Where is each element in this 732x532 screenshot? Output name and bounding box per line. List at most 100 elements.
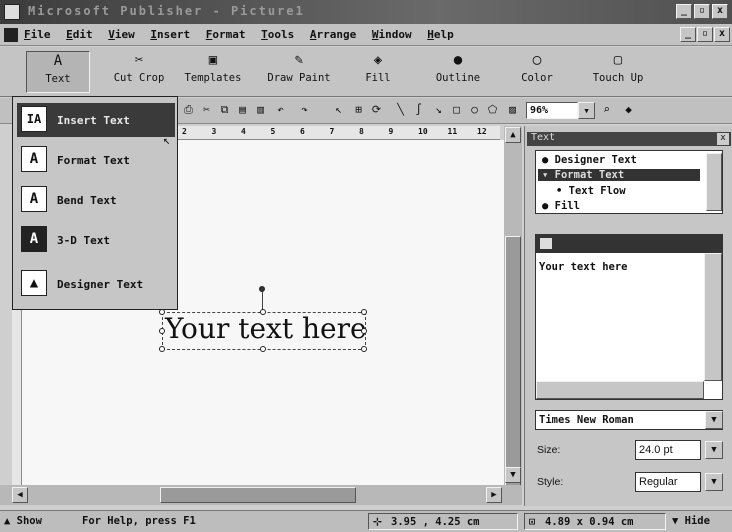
- style-dropdown-icon[interactable]: ▼: [705, 473, 723, 491]
- polygon-icon[interactable]: ⬠: [484, 102, 501, 119]
- templates-tool[interactable]: ▣ Templates: [178, 51, 248, 84]
- line-icon[interactable]: ╲: [392, 102, 409, 119]
- minimize-button[interactable]: _: [676, 4, 692, 19]
- resize-handle[interactable]: [361, 309, 367, 315]
- fill-label: Fill: [365, 72, 391, 84]
- font-select[interactable]: Times New Roman: [535, 410, 723, 430]
- scroll-down-arrow-icon[interactable]: ▼: [505, 467, 521, 483]
- vertical-scrollbar[interactable]: ▲ ▼: [504, 126, 522, 486]
- size-dropdown-icon[interactable]: ▼: [705, 441, 723, 459]
- vertical-scroll-thumb[interactable]: [505, 236, 521, 486]
- ruler-tick-label: 10: [418, 127, 428, 136]
- outline-tool[interactable]: ● Outline: [428, 51, 488, 84]
- style-field[interactable]: Regular: [635, 472, 701, 492]
- tree-item-designer-text[interactable]: ● Designer Text: [542, 154, 637, 166]
- show-button[interactable]: ▲ Show: [4, 515, 42, 527]
- color-tool[interactable]: ◯ Color: [512, 51, 562, 84]
- doc-minimize-button[interactable]: _: [680, 27, 696, 42]
- document-icon[interactable]: [4, 28, 18, 42]
- size-readout: 4.89 x 0.94 cm: [545, 516, 634, 528]
- zoom-tool-icon[interactable]: ⌕: [598, 102, 615, 119]
- menu-window[interactable]: Window: [372, 28, 412, 41]
- scroll-left-arrow-icon[interactable]: ◀: [12, 487, 28, 503]
- menu-tools[interactable]: Tools: [261, 28, 294, 41]
- touch-up-tool[interactable]: ▢ Touch Up: [586, 51, 650, 84]
- templates-label: Templates: [184, 72, 242, 84]
- size-icon: ⊡: [529, 516, 536, 528]
- scroll-up-arrow-icon[interactable]: ▲: [505, 127, 521, 143]
- tree-item-format-text[interactable]: ▾ Format Text: [538, 169, 700, 181]
- menu-edit[interactable]: Edit: [66, 28, 93, 41]
- ruler-tick-label: 11: [447, 127, 458, 136]
- group-icon[interactable]: ⊞: [350, 102, 367, 119]
- flyout-3d-text[interactable]: A 3-D Text: [17, 223, 175, 257]
- horizontal-scroll-thumb[interactable]: [160, 487, 356, 503]
- resize-handle[interactable]: [159, 328, 165, 334]
- resize-handle[interactable]: [361, 328, 367, 334]
- image-icon[interactable]: ▨: [504, 102, 521, 119]
- zoom-dropdown-icon[interactable]: ▾: [578, 102, 595, 119]
- doc-restore-button[interactable]: ▫: [697, 27, 713, 42]
- ruler-tick-label: 3: [211, 127, 217, 136]
- preview-hscroll[interactable]: [536, 381, 704, 399]
- draw-paint-tool[interactable]: ✎ Draw Paint: [260, 51, 338, 84]
- menu-view[interactable]: View: [108, 28, 135, 41]
- resize-handle[interactable]: [159, 346, 165, 352]
- hide-button[interactable]: ▼ Hide: [672, 515, 710, 527]
- resize-handle[interactable]: [361, 346, 367, 352]
- zoom-field[interactable]: 96%: [526, 102, 578, 119]
- ellipse-icon[interactable]: ○: [466, 102, 483, 119]
- tree-scrollbar[interactable]: [706, 153, 722, 211]
- ruler-tick-label: 9: [388, 127, 394, 136]
- pointer-icon[interactable]: ↖: [330, 102, 347, 119]
- paste-icon[interactable]: ▤: [234, 102, 251, 119]
- panel-close-icon[interactable]: x: [717, 133, 729, 145]
- menu-format[interactable]: Format: [206, 28, 246, 41]
- rotate-handle[interactable]: [259, 286, 265, 292]
- redo-icon[interactable]: ↷: [296, 102, 313, 119]
- arrow-tool-icon[interactable]: ↘: [430, 102, 447, 119]
- menu-arrange[interactable]: Arrange: [310, 28, 356, 41]
- flyout-bend-text[interactable]: A Bend Text: [17, 183, 175, 217]
- ruler-tick-label: 6: [300, 127, 305, 136]
- menu-insert[interactable]: Insert: [150, 28, 190, 41]
- tree-item-label: Fill: [554, 200, 580, 212]
- print-icon[interactable]: ⎙: [180, 102, 197, 119]
- menu-bar: File Edit View Insert Format Tools Arran…: [0, 24, 732, 46]
- cut-icon[interactable]: ✂: [198, 102, 215, 119]
- doc-close-button[interactable]: x: [714, 27, 730, 42]
- size-field[interactable]: 24.0 pt: [635, 440, 701, 460]
- flyout-designer-text[interactable]: ▲ Designer Text: [17, 267, 175, 301]
- help-icon[interactable]: ◆: [620, 102, 637, 119]
- app-icon[interactable]: [4, 4, 20, 20]
- maximize-button[interactable]: ▫: [694, 4, 710, 19]
- rotate-icon[interactable]: ⟳: [368, 102, 385, 119]
- undo-icon[interactable]: ↶: [272, 102, 289, 119]
- fill-tool[interactable]: ◈ Fill: [356, 51, 400, 84]
- flyout-insert-text[interactable]: IA Insert Text: [17, 103, 175, 137]
- text-object[interactable]: Your text here: [159, 309, 367, 352]
- curve-icon[interactable]: ∫: [410, 102, 427, 119]
- tree-item-fill[interactable]: ● Fill: [542, 200, 580, 212]
- cut-crop-tool[interactable]: ✂ Cut Crop: [106, 51, 172, 84]
- text-tool-icon: A: [53, 53, 63, 69]
- resize-handle[interactable]: [260, 309, 266, 315]
- flyout-format-text[interactable]: A Format Text: [17, 143, 175, 177]
- menu-help[interactable]: Help: [427, 28, 454, 41]
- size-label: Size:: [537, 444, 561, 456]
- scroll-right-arrow-icon[interactable]: ▶: [486, 487, 502, 503]
- menu-file[interactable]: File: [24, 28, 51, 41]
- size-panel: ⊡ 4.89 x 0.94 cm: [524, 513, 666, 530]
- preview-text[interactable]: Your text here: [539, 261, 628, 273]
- rectangle-icon[interactable]: □: [448, 102, 465, 119]
- preview-vscroll[interactable]: [704, 253, 722, 381]
- bend-text-icon: A: [21, 186, 47, 212]
- text-tool[interactable]: A Text: [26, 51, 90, 93]
- resize-handle[interactable]: [260, 346, 266, 352]
- close-button[interactable]: x: [712, 4, 728, 19]
- font-dropdown-icon[interactable]: ▼: [705, 411, 723, 429]
- clipboard-icon[interactable]: ▥: [252, 102, 269, 119]
- horizontal-scrollbar[interactable]: ◀ ▶: [0, 485, 522, 505]
- tree-item-text-flow[interactable]: • Text Flow: [556, 185, 626, 197]
- copy-icon[interactable]: ⧉: [216, 102, 233, 119]
